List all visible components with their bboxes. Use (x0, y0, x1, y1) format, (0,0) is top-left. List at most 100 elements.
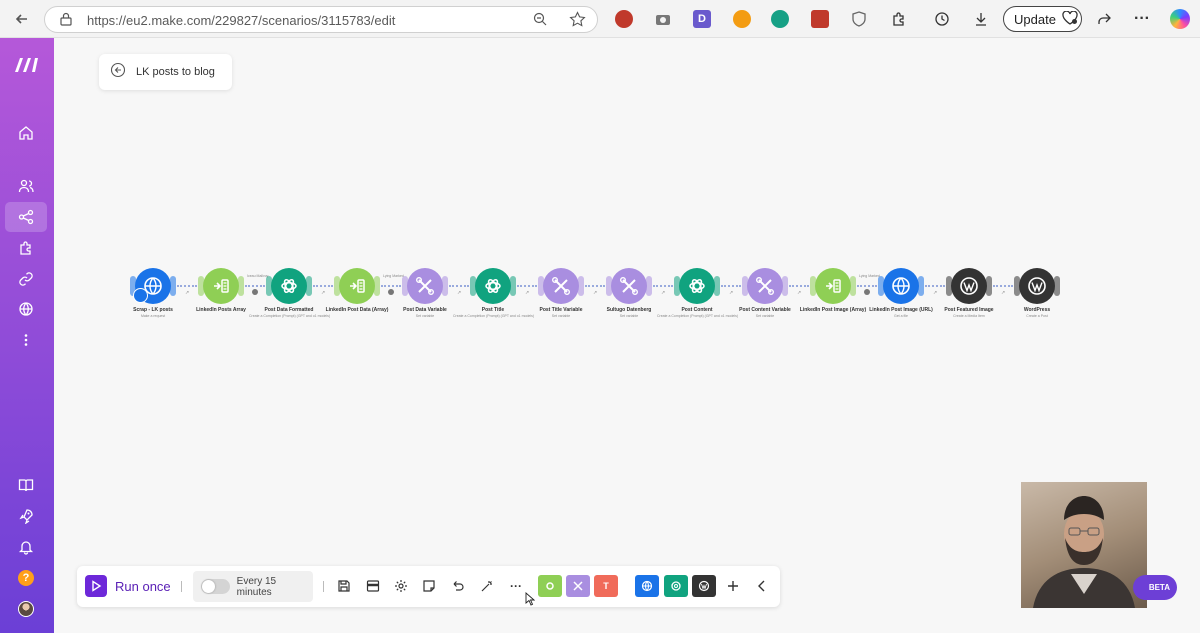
sidebar-item-notifications[interactable] (5, 532, 47, 562)
run-once-button[interactable]: Run once (85, 575, 171, 597)
notes-icon[interactable] (421, 578, 437, 594)
scenario-back-button[interactable]: LK posts to blog (99, 54, 232, 90)
sidebar-item-home[interactable] (5, 118, 47, 148)
undo-icon[interactable] (450, 578, 466, 594)
wrench-icon[interactable]: ↗ (729, 290, 733, 296)
wrench-icon[interactable]: ↗ (185, 290, 189, 296)
home-icon (19, 126, 33, 140)
module-iterator[interactable] (198, 268, 244, 304)
module-iterator[interactable] (810, 268, 856, 304)
module-wordpress[interactable] (1014, 268, 1060, 304)
wordpress-icon (1026, 275, 1048, 297)
module-http[interactable] (878, 268, 924, 304)
flow-control-tile[interactable] (538, 575, 562, 597)
run-once-label: Run once (115, 578, 171, 594)
sidebar-item-help[interactable]: ? (5, 563, 47, 593)
route-connector[interactable] (585, 285, 605, 288)
save-icon[interactable] (336, 578, 352, 594)
http-tile[interactable] (635, 575, 659, 597)
copilot-icon[interactable] (1170, 9, 1190, 29)
filter-icon[interactable] (388, 289, 394, 295)
browser-back-button[interactable] (14, 11, 30, 32)
route-connector[interactable] (721, 285, 741, 288)
module-openai[interactable] (470, 268, 516, 304)
shield-extension-icon[interactable] (850, 10, 868, 28)
sidebar-item-whats-new[interactable] (5, 501, 47, 531)
history-icon[interactable] (933, 10, 951, 28)
address-bar[interactable]: https://eu2.make.com/229827/scenarios/31… (44, 6, 598, 33)
camera-extension-icon[interactable] (654, 10, 672, 28)
route-connector[interactable] (313, 285, 333, 288)
magic-wand-icon[interactable] (479, 578, 495, 594)
sidebar-item-profile[interactable] (5, 594, 47, 624)
module-sublabel: Make a request (140, 314, 166, 318)
wrench-icon[interactable]: ↗ (933, 290, 937, 296)
route-connector[interactable] (245, 285, 265, 288)
favorite-star-icon[interactable] (569, 11, 586, 33)
module-openai[interactable] (266, 268, 312, 304)
gear-icon[interactable] (393, 578, 409, 594)
add-module-icon[interactable] (725, 578, 741, 594)
scenario-settings-icon[interactable] (365, 578, 381, 594)
tools-icon (414, 275, 436, 297)
filter-icon[interactable] (864, 289, 870, 295)
route-connector[interactable] (177, 285, 197, 288)
module-tools[interactable] (538, 268, 584, 304)
iterator-icon (346, 275, 368, 297)
more-menu-icon[interactable]: ··· (1133, 10, 1151, 28)
download-icon[interactable] (972, 10, 990, 28)
route-connector[interactable] (925, 285, 945, 288)
route-connector[interactable] (789, 285, 809, 288)
wrench-icon[interactable]: ↗ (321, 290, 325, 296)
schedule-switch[interactable] (201, 579, 230, 594)
route-connector[interactable] (993, 285, 1013, 288)
route-connector[interactable] (517, 285, 537, 288)
route-connector[interactable] (381, 285, 401, 288)
sidebar-item-team[interactable] (5, 171, 47, 201)
wrench-icon[interactable]: ↗ (525, 290, 529, 296)
route-connector[interactable] (857, 285, 877, 288)
filter-icon[interactable] (252, 289, 258, 295)
openai-icon (278, 275, 300, 297)
more-horizontal-icon[interactable]: ··· (508, 578, 524, 594)
route-connector[interactable] (653, 285, 673, 288)
zoom-out-icon[interactable] (533, 12, 548, 32)
wrench-icon[interactable]: ↗ (797, 290, 801, 296)
share-icon[interactable] (1095, 10, 1113, 28)
puzzle-extensions-icon[interactable] (890, 10, 908, 28)
wrench-icon[interactable]: ↗ (1001, 290, 1005, 296)
route-connector[interactable] (449, 285, 469, 288)
collapse-toolbar-icon[interactable] (754, 578, 770, 594)
beta-badge[interactable]: BETA (1133, 575, 1177, 600)
module-iterator[interactable] (334, 268, 380, 304)
flame-extension-icon[interactable] (733, 10, 751, 28)
update-button[interactable]: Update (1003, 6, 1082, 32)
webcam-video-overlay (1021, 482, 1147, 608)
tools-tile[interactable] (566, 575, 590, 597)
share-nodes-icon (18, 209, 34, 225)
globe-icon (142, 275, 164, 297)
text-parser-tile[interactable]: T (594, 575, 618, 597)
openai-tile[interactable] (664, 575, 688, 597)
pdf-extension-icon[interactable] (811, 10, 829, 28)
iterator-icon (822, 275, 844, 297)
url-text: https://eu2.make.com/229827/scenarios/31… (87, 13, 396, 28)
make-logo-icon[interactable] (13, 54, 41, 80)
play-icon (85, 575, 107, 597)
module-openai[interactable] (674, 268, 720, 304)
sidebar-item-docs[interactable] (5, 470, 47, 500)
schedule-toggle[interactable]: Every 15 minutes (193, 571, 313, 602)
sidebar-item-apps[interactable] (5, 233, 47, 263)
module-wordpress[interactable] (946, 268, 992, 304)
module-tools[interactable] (742, 268, 788, 304)
ladybug-extension-icon[interactable] (615, 10, 633, 28)
wrench-icon[interactable]: ↗ (593, 290, 597, 296)
sidebar-item-scenarios[interactable] (5, 202, 47, 232)
d-extension-icon[interactable]: D (693, 10, 711, 28)
wordpress-tile[interactable] (692, 575, 716, 597)
module-tools[interactable] (402, 268, 448, 304)
module-tools[interactable] (606, 268, 652, 304)
wrench-icon[interactable]: ↗ (661, 290, 665, 296)
bird-extension-icon[interactable] (771, 10, 789, 28)
wrench-icon[interactable]: ↗ (457, 290, 461, 296)
